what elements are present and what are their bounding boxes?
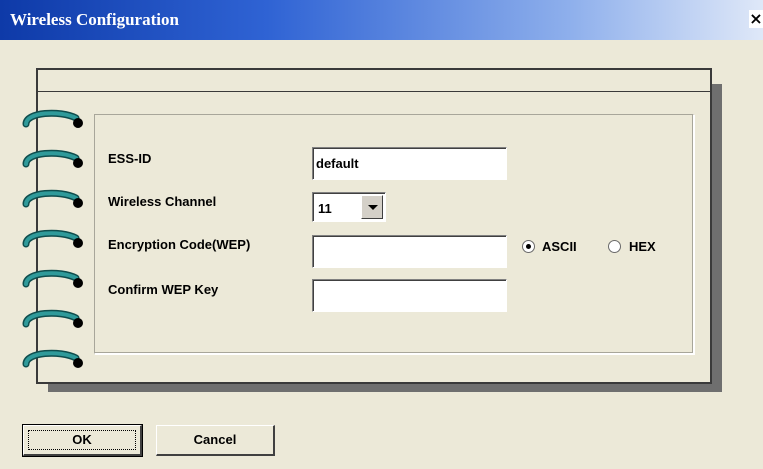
ess-id-label: ESS-ID (108, 151, 152, 166)
notebook-tab-strip (36, 68, 712, 92)
binder-ring-icon (22, 189, 83, 208)
dropdown-button[interactable] (361, 195, 383, 219)
binder-ring-icon (22, 269, 83, 288)
binder-ring-icon (22, 309, 83, 328)
radio-selected-dot (526, 244, 531, 249)
wireless-channel-select[interactable]: 11 (312, 192, 386, 222)
hex-label: HEX (629, 239, 656, 254)
confirm-wep-key-input[interactable] (312, 279, 507, 312)
hex-radio[interactable] (608, 240, 621, 253)
binder-ring-icon (22, 109, 83, 128)
encryption-code-label: Encryption Code(WEP) (108, 237, 251, 252)
title-bar: Wireless Configuration × (0, 0, 763, 40)
confirm-wep-key-label: Confirm WEP Key (108, 282, 219, 297)
wireless-channel-value: 11 (318, 201, 332, 216)
chevron-down-icon (368, 205, 378, 210)
ascii-radio[interactable] (522, 240, 535, 253)
encryption-code-input[interactable] (312, 235, 507, 268)
ascii-label: ASCII (542, 239, 577, 254)
binder-ring-icon (22, 149, 83, 168)
ok-button-label: OK (72, 432, 92, 447)
close-icon[interactable]: × (749, 10, 763, 28)
cancel-button-label: Cancel (193, 432, 237, 447)
wireless-channel-label: Wireless Channel (108, 194, 217, 209)
binder-ring-icon (22, 229, 83, 248)
binder-ring-icon (22, 349, 83, 368)
wireless-config-window: Wireless Configuration × ESS-ID default … (0, 0, 763, 469)
ess-id-input[interactable] (312, 147, 507, 180)
window-title: Wireless Configuration (10, 10, 179, 29)
ok-button[interactable]: OK (22, 424, 143, 457)
cancel-button[interactable]: Cancel (156, 425, 275, 456)
